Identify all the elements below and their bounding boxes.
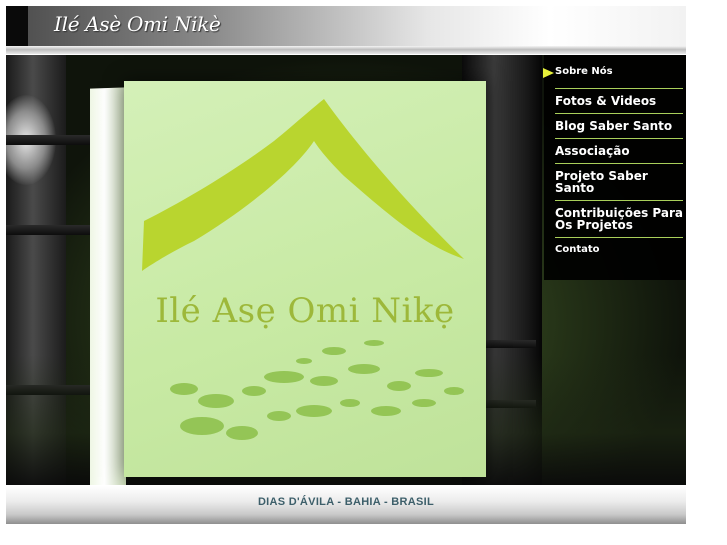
roof-logo-icon xyxy=(142,99,464,440)
hero-stage: Ilé Asẹ Omi Nikẹ Sobre Nós Fotos & Video… xyxy=(6,55,686,485)
header-banner: Ilé Asè Omi Nikè xyxy=(6,6,686,46)
play-arrow-icon xyxy=(543,68,554,78)
footer-bar: DIAS D'ÁVILA - BAHIA - BRASIL xyxy=(6,486,686,524)
header-divider xyxy=(6,46,686,54)
nav-item-blog[interactable]: Blog Saber Santo xyxy=(555,114,683,139)
nav-item-projeto[interactable]: Projeto Saber Santo xyxy=(555,164,683,201)
main-navigation: Sobre Nós Fotos & Videos Blog Saber Sant… xyxy=(543,55,686,280)
nav-item-label: Associação xyxy=(555,144,630,158)
logo-box-side xyxy=(90,87,126,485)
nav-item-label: Blog Saber Santo xyxy=(555,119,673,133)
nav-item-contribuicoes[interactable]: Contribuições Para Os Projetos xyxy=(555,201,683,238)
nav-item-label: Sobre Nós xyxy=(555,66,613,77)
nav-item-contato[interactable]: Contato xyxy=(555,238,683,262)
nav-item-associacao[interactable]: Associação xyxy=(555,139,683,164)
nav-item-label: Contato xyxy=(555,244,600,255)
header-left-cap xyxy=(6,6,28,46)
nav-item-fotos-videos[interactable]: Fotos & Videos xyxy=(555,89,683,114)
logo-text: Ilé Asẹ Omi Nikẹ xyxy=(155,291,455,331)
nav-item-label: Contribuições Para Os Projetos xyxy=(555,206,684,232)
nav-item-label: Fotos & Videos xyxy=(555,94,657,108)
nav-item-sobre-nos[interactable]: Sobre Nós xyxy=(543,55,683,89)
logo-box: Ilé Asẹ Omi Nikẹ xyxy=(124,81,486,477)
site-title: Ilé Asè Omi Nikè xyxy=(54,12,221,36)
footer-location: DIAS D'ÁVILA - BAHIA - BRASIL xyxy=(257,496,435,508)
nav-item-label: Projeto Saber Santo xyxy=(555,169,648,195)
